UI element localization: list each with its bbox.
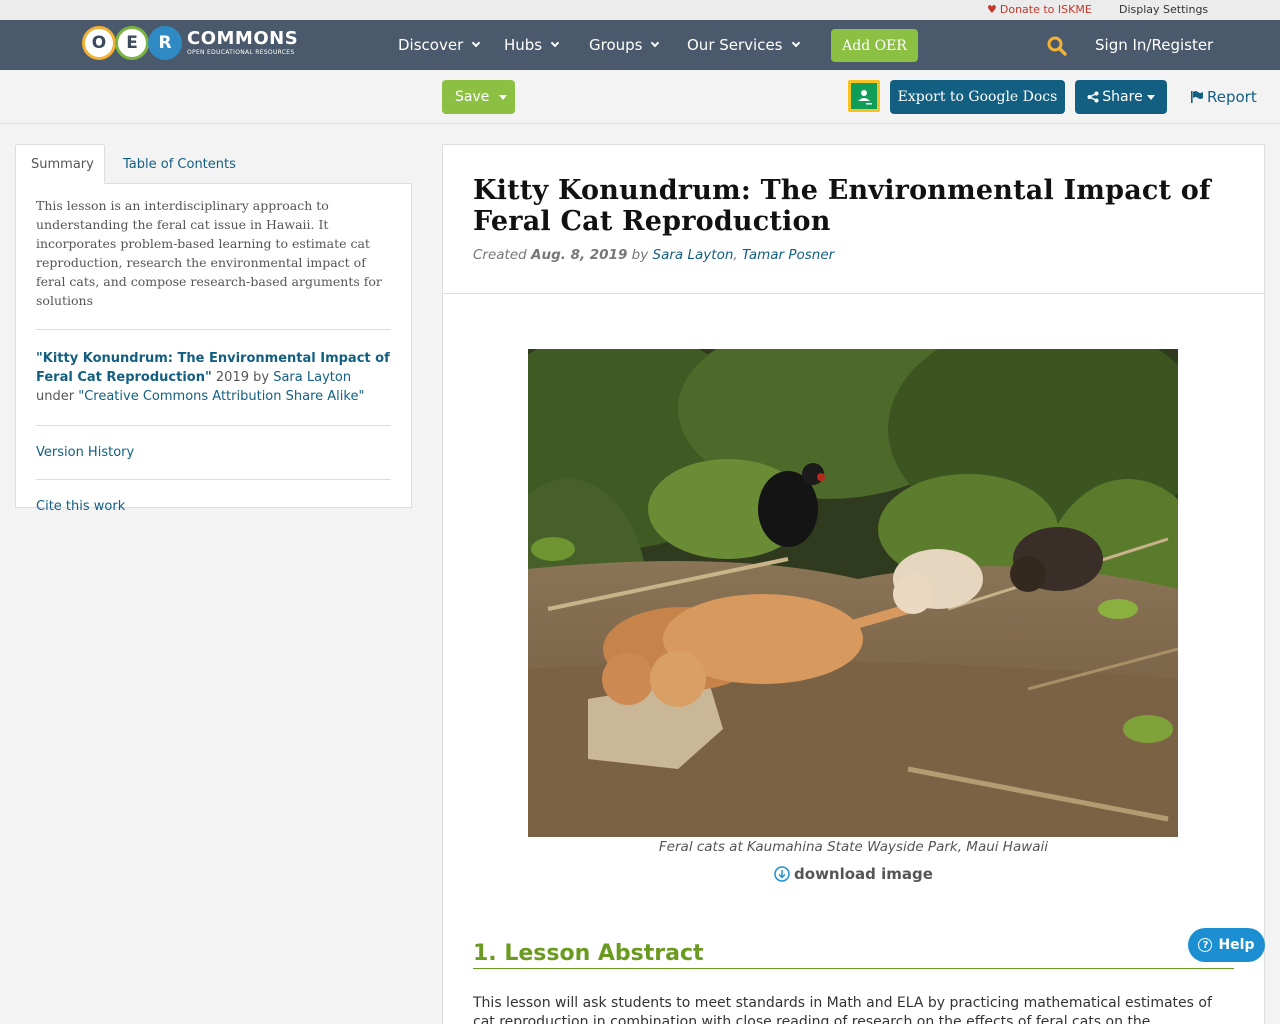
add-oer-button[interactable]: Add OER (831, 29, 918, 62)
report-button[interactable]: Report (1190, 88, 1257, 106)
caret-down-icon (499, 94, 508, 100)
donate-link[interactable]: ♥ Donate to ISKME (987, 3, 1092, 16)
resource-header: Kitty Konundrum: The Environmental Impac… (443, 145, 1264, 294)
lesson-abstract-text: This lesson will ask students to meet st… (473, 995, 1212, 1024)
export-google-docs-button[interactable]: Export to Google Docs (890, 80, 1065, 114)
created-meta: Created Aug. 8, 2019 by Sara Layton, Tam… (473, 247, 1234, 263)
summary-panel: This lesson is an interdisciplinary appr… (15, 184, 412, 514)
download-label: download image (794, 865, 933, 883)
nav-discover[interactable]: Discover (398, 36, 481, 54)
feral-cats-photo (528, 349, 1178, 837)
author-link-tamar-posner[interactable]: Tamar Posner (742, 247, 834, 263)
logo-letter-e: E (115, 26, 149, 60)
image-caption: Feral cats at Kaumahina State Wayside Pa… (658, 839, 1049, 855)
page-title: Kitty Konundrum: The Environmental Impac… (473, 175, 1211, 237)
logo-tagline: OPEN EDUCATIONAL RESOURCES (187, 49, 295, 56)
sidebar: Summary Table of Contents This lesson is… (15, 144, 412, 514)
chevron-down-icon (471, 38, 481, 48)
license-link[interactable]: "Creative Commons Attribution Share Alik… (78, 389, 364, 404)
nav-our-services-label: Our Services (687, 36, 783, 54)
heart-icon: ♥ (987, 3, 997, 16)
attribution: "Kitty Konundrum: The Environmental Impa… (36, 349, 391, 406)
logo-title: COMMONS (187, 28, 299, 49)
divider (36, 329, 391, 330)
nav-groups[interactable]: Groups (589, 36, 660, 54)
download-icon (774, 866, 790, 882)
google-classroom-icon[interactable] (848, 80, 880, 112)
display-settings-link[interactable]: Display Settings (1119, 3, 1208, 16)
attribution-year-by: 2019 by (211, 370, 274, 385)
save-button[interactable]: Save (442, 80, 515, 114)
section-heading-lesson-abstract: 1. Lesson Abstract (473, 941, 1234, 969)
main-nav: O E R COMMONS OPEN EDUCATIONAL RESOURCES… (0, 20, 1280, 70)
utility-bar: ♥ Donate to ISKME Display Settings (0, 0, 1280, 20)
tab-summary[interactable]: Summary (15, 144, 105, 184)
created-date: Aug. 8, 2019 (531, 247, 628, 263)
chevron-down-icon (651, 38, 660, 48)
search-icon[interactable] (1047, 36, 1067, 56)
sign-in-register-link[interactable]: Sign In/Register (1095, 36, 1213, 54)
share-button[interactable]: Share (1075, 80, 1167, 114)
summary-text: This lesson is an interdisciplinary appr… (36, 198, 382, 308)
version-history-link[interactable]: Version History (36, 445, 391, 460)
author-separator: , (733, 247, 742, 263)
question-icon: ? (1198, 938, 1213, 952)
help-button[interactable]: ? Help (1188, 928, 1265, 962)
donate-label: Donate to ISKME (999, 3, 1092, 16)
cite-this-work-link[interactable]: Cite this work (36, 499, 391, 514)
sidebar-tabs: Summary Table of Contents (15, 144, 412, 184)
resource-toolbar: Save Export to Google Docs Share Report (0, 70, 1280, 124)
attribution-author-link[interactable]: Sara Layton (273, 370, 351, 385)
flag-icon (1191, 91, 1203, 103)
main-content: Kitty Konundrum: The Environmental Impac… (442, 144, 1265, 1024)
chevron-down-icon (550, 38, 560, 48)
author-link-sara-layton[interactable]: Sara Layton (653, 247, 734, 263)
nav-discover-label: Discover (398, 36, 464, 54)
nav-hubs-label: Hubs (504, 36, 543, 54)
created-label: Created (473, 247, 532, 263)
share-label: Share (1102, 89, 1143, 105)
chevron-down-icon (791, 38, 800, 48)
attribution-under: under (36, 389, 79, 404)
divider (36, 425, 391, 426)
save-label: Save (455, 89, 490, 105)
classroom-person-icon (858, 90, 872, 105)
nav-our-services[interactable]: Our Services (687, 36, 800, 54)
logo-letter-o: O (82, 26, 116, 60)
caret-down-icon (1146, 94, 1155, 100)
nav-hubs[interactable]: Hubs (504, 36, 560, 54)
divider (36, 479, 391, 480)
tab-table-of-contents[interactable]: Table of Contents (108, 144, 251, 184)
logo-wordmark: COMMONS OPEN EDUCATIONAL RESOURCES (187, 30, 298, 56)
download-image-link[interactable]: download image (443, 865, 1264, 883)
report-label: Report (1207, 88, 1257, 106)
share-icon (1087, 91, 1099, 103)
nav-groups-label: Groups (589, 36, 643, 54)
oer-commons-logo[interactable]: O E R COMMONS OPEN EDUCATIONAL RESOURCES (82, 25, 298, 61)
help-label: Help (1218, 937, 1255, 953)
logo-letter-r: R (148, 26, 182, 60)
by-label: by (627, 247, 653, 263)
